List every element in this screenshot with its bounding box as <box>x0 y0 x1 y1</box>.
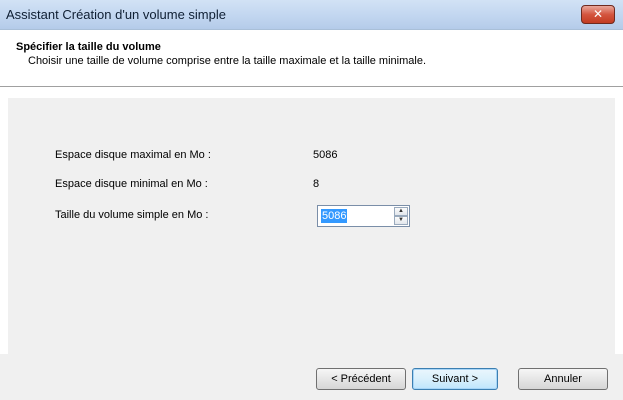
arrow-down-icon: ▼ <box>398 217 404 223</box>
next-button[interactable]: Suivant > <box>412 368 498 390</box>
page-subtitle: Choisir une taille de volume comprise en… <box>28 55 427 67</box>
wizard-footer: < Précédent Suivant > Annuler <box>0 354 623 400</box>
min-space-label: Espace disque minimal en Mo : <box>55 178 208 190</box>
volume-size-input[interactable]: 5086 <box>321 209 348 223</box>
window-title: Assistant Création d'un volume simple <box>6 7 226 22</box>
arrow-up-icon: ▲ <box>398 208 404 214</box>
volume-size-label: Taille du volume simple en Mo : <box>55 209 209 221</box>
back-button[interactable]: < Précédent <box>316 368 406 390</box>
page-title: Spécifier la taille du volume <box>16 41 161 53</box>
cancel-button[interactable]: Annuler <box>518 368 608 390</box>
wizard-header: Spécifier la taille du volume Choisir un… <box>0 30 623 87</box>
close-icon: ✕ <box>592 7 604 21</box>
wizard-body: Espace disque maximal en Mo : 5086 Espac… <box>8 98 615 354</box>
min-space-value: 8 <box>313 178 320 190</box>
title-bar[interactable]: Assistant Création d'un volume simple ✕ <box>0 0 623 30</box>
wizard-window: Assistant Création d'un volume simple ✕ … <box>0 0 623 400</box>
max-space-value: 5086 <box>313 149 338 161</box>
spin-down-button[interactable]: ▼ <box>394 216 408 225</box>
spin-up-button[interactable]: ▲ <box>394 207 408 216</box>
max-space-label: Espace disque maximal en Mo : <box>55 149 211 161</box>
volume-size-stepper[interactable]: 5086 ▲ ▼ <box>317 205 410 227</box>
close-button[interactable]: ✕ <box>581 5 615 24</box>
